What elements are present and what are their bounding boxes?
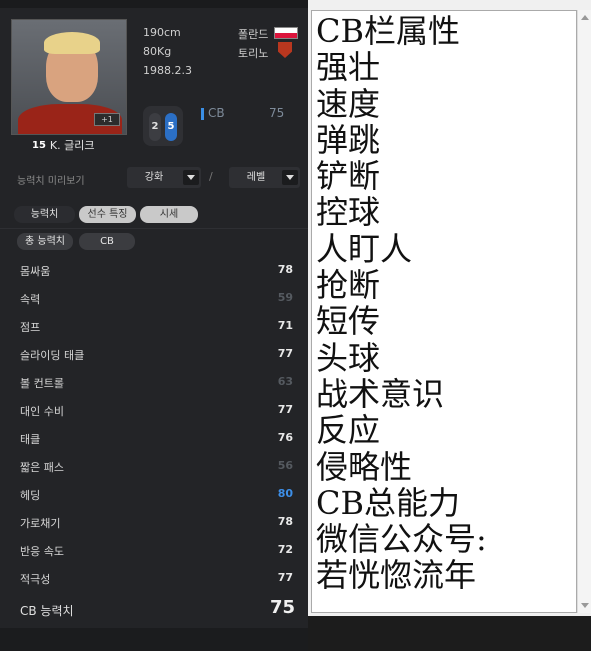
stat-row: 짧은 패스 56 bbox=[0, 451, 308, 479]
stat-name: 짧은 패스 bbox=[20, 461, 64, 474]
tab-price[interactable]: 시세 bbox=[140, 206, 198, 223]
stat-name: 볼 컨트롤 bbox=[20, 377, 64, 390]
stat-value: 63 bbox=[277, 375, 293, 388]
stat-value: 80 bbox=[277, 487, 293, 500]
player-panel: +1 15 K. 글리크 190cm 80Kg 1988.2.3 폴란드 토리노… bbox=[0, 0, 308, 651]
stat-row: 가로채기 78 bbox=[0, 507, 308, 535]
stat-row: 태클 76 bbox=[0, 423, 308, 451]
stat-name: 슬라이딩 태클 bbox=[20, 349, 85, 362]
stat-row: 점프 71 bbox=[0, 311, 308, 339]
stat-name: 가로채기 bbox=[20, 517, 61, 530]
notepad-text-area[interactable]: CB栏属性 强壮 速度 弹跳 铲断 控球 人盯人 抢断 短传 头球 战术意识 反应 侵略性 CB总能力 微信… bbox=[311, 10, 577, 613]
stat-name: 적극성 bbox=[20, 573, 51, 586]
stat-name: 헤딩 bbox=[20, 489, 41, 502]
player-birth: 1988.2.3 bbox=[143, 64, 192, 77]
vertical-scrollbar[interactable] bbox=[577, 10, 591, 613]
position-marker bbox=[201, 108, 204, 120]
notepad-line: 铲断 bbox=[316, 157, 381, 196]
stat-value: 71 bbox=[277, 319, 293, 332]
stat-value: 72 bbox=[277, 543, 293, 556]
notepad-line: CB总能力 bbox=[316, 483, 461, 522]
notepad-line: 抢断 bbox=[316, 266, 381, 305]
stat-value: 56 bbox=[277, 459, 293, 472]
chevron-down-icon bbox=[282, 170, 298, 185]
enhance-dropdown[interactable]: 강화 bbox=[127, 167, 201, 188]
notepad-line: 反应 bbox=[316, 411, 381, 450]
player-name: K. 글리크 bbox=[49, 139, 95, 152]
stat-row: 헤딩 80 bbox=[0, 479, 308, 507]
player-photo: +1 bbox=[11, 19, 127, 135]
notepad-lines: CB栏属性 强壮 速度 弹跳 铲断 控球 人盯人 抢断 短传 头球 战术意识 反应 侵略性 CB总能力 微信… bbox=[316, 13, 487, 594]
stat-row: 적극성 77 bbox=[0, 563, 308, 591]
stat-value: 77 bbox=[277, 571, 293, 584]
player-club: 토리노 bbox=[238, 47, 269, 60]
tab-stats[interactable]: 능력치 bbox=[14, 206, 75, 223]
notepad-window: CB栏属性 强壮 速度 弹跳 铲断 控球 人盯人 抢断 短传 头球 战术意识 反应 侵略性 CB总能力 微信… bbox=[308, 0, 591, 651]
club-crest-icon bbox=[278, 42, 292, 58]
photo-badge: +1 bbox=[94, 113, 120, 126]
notepad-line: 弹跳 bbox=[316, 120, 381, 159]
stat-name: 속력 bbox=[20, 293, 41, 306]
stat-value: 78 bbox=[277, 263, 293, 276]
stat-name: 반응 속도 bbox=[20, 545, 64, 558]
enhance-dropdown-label: 강화 bbox=[144, 172, 164, 183]
stat-value: 77 bbox=[277, 347, 293, 360]
cb-total-value: 75 bbox=[269, 597, 295, 618]
notepad-line: 若恍惚流年 bbox=[316, 556, 477, 595]
position-label: CB bbox=[208, 106, 225, 120]
notepad-line: 战术意识 bbox=[316, 374, 445, 413]
poland-flag-icon bbox=[274, 27, 298, 39]
notepad-line: 微信公众号: bbox=[316, 520, 487, 559]
notepad-line: 短传 bbox=[316, 302, 381, 341]
notepad-line: 侵略性 bbox=[316, 447, 413, 486]
scroll-up-arrow-icon[interactable] bbox=[581, 15, 589, 20]
stat-name: 태클 bbox=[20, 433, 41, 446]
dropdown-separator: / bbox=[209, 170, 213, 183]
stat-value: 78 bbox=[277, 515, 293, 528]
player-nation: 폴란드 bbox=[238, 28, 269, 41]
stat-row: 대인 수비 77 bbox=[0, 395, 308, 423]
player-height: 190cm bbox=[143, 26, 181, 39]
level-dropdown-label: 레벨 bbox=[246, 172, 266, 183]
scroll-down-arrow-icon[interactable] bbox=[581, 603, 589, 608]
stat-name: 점프 bbox=[20, 321, 41, 334]
stat-row: 슬라이딩 태클 77 bbox=[0, 339, 308, 367]
bottom-strip bbox=[0, 628, 308, 651]
cb-total-row: CB 능력치 75 bbox=[0, 591, 308, 627]
notepad-line: 强壮 bbox=[316, 48, 381, 87]
level-dropdown[interactable]: 레벨 bbox=[229, 167, 300, 188]
stat-value: 59 bbox=[277, 291, 293, 304]
notepad-line: 头球 bbox=[316, 338, 381, 377]
notepad-bottom-bar bbox=[308, 616, 591, 651]
notepad-line: 控球 bbox=[316, 193, 381, 232]
stat-row: 반응 속도 72 bbox=[0, 535, 308, 563]
foot-ability: 2 5 bbox=[143, 106, 183, 146]
stat-value: 77 bbox=[277, 403, 293, 416]
stat-row: 몸싸움 78 bbox=[0, 255, 308, 283]
player-name-row: 15 K. 글리크 bbox=[32, 137, 95, 153]
stat-row: 볼 컨트롤 63 bbox=[0, 367, 308, 395]
stat-name: 몸싸움 bbox=[20, 265, 51, 278]
player-weight: 80Kg bbox=[143, 45, 172, 58]
chevron-down-icon bbox=[183, 170, 199, 185]
notepad-line: 人盯人 bbox=[316, 229, 413, 268]
stat-row: 속력 59 bbox=[0, 283, 308, 311]
chip-total-stats[interactable]: 총 능력치 bbox=[17, 233, 73, 250]
left-foot: 2 bbox=[149, 113, 161, 141]
notepad-line: 速度 bbox=[316, 84, 381, 123]
chip-cb[interactable]: CB bbox=[79, 233, 135, 250]
top-strip bbox=[0, 0, 308, 8]
position-ovr: 75 bbox=[269, 106, 285, 120]
right-foot: 5 bbox=[165, 113, 177, 141]
notepad-line: CB栏属性 bbox=[316, 12, 461, 50]
tab-traits[interactable]: 선수 특징 bbox=[79, 206, 136, 223]
stat-value: 76 bbox=[277, 431, 293, 444]
player-number: 15 bbox=[32, 139, 46, 151]
cb-total-label: CB 능력치 bbox=[20, 604, 74, 618]
photo-hair bbox=[44, 32, 100, 54]
preview-label: 능력치 미리보기 bbox=[17, 176, 85, 187]
stat-name: 대인 수비 bbox=[20, 405, 64, 418]
